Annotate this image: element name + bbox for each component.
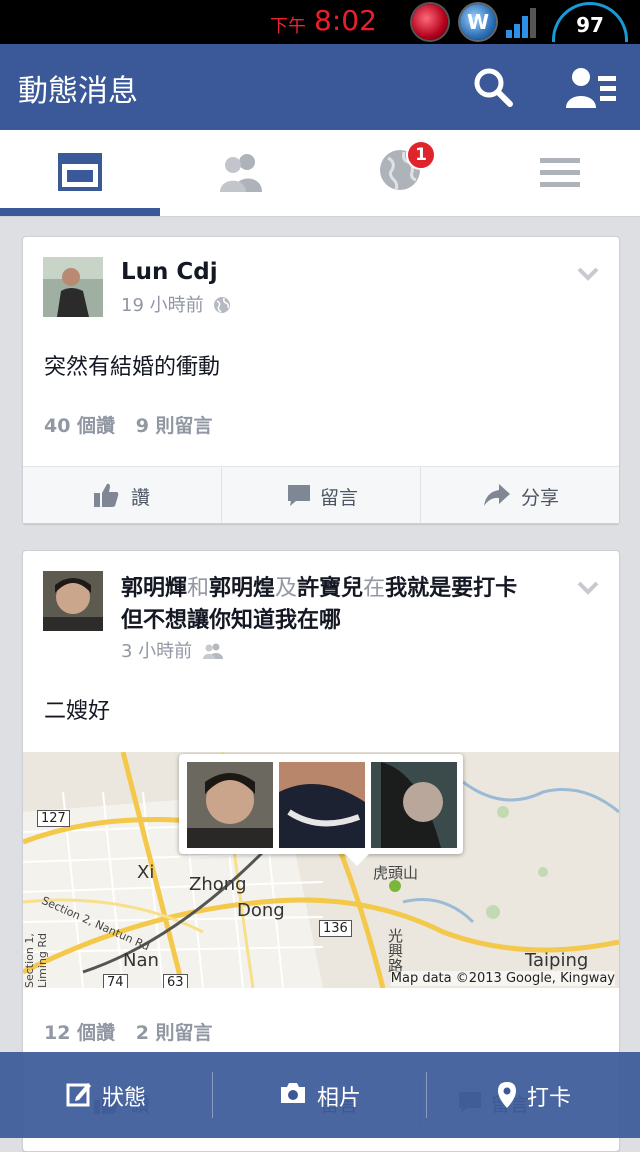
tab-friend-requests[interactable] [160, 130, 320, 216]
chevron-down-icon[interactable] [577, 581, 599, 595]
route-shield: 74 [103, 974, 128, 988]
public-globe-icon [214, 297, 231, 313]
post-header: 郭明輝和郭明煌及許寶兒在我就是要打卡但不想讓你知道我在哪 [121, 573, 541, 637]
comment-count: 2 則留言 [135, 1022, 213, 1044]
map-label: Dong [237, 900, 285, 921]
route-shield: 63 [163, 974, 188, 988]
comment-icon [288, 485, 310, 506]
post-stats[interactable]: 40 個讚 9 則留言 [44, 411, 227, 438]
active-tab-indicator [0, 208, 160, 216]
share-label: 分享 [521, 487, 560, 509]
at-text: 在 [363, 576, 386, 601]
chevron-down-icon[interactable] [577, 267, 599, 281]
app-bar: 動態消息 [0, 44, 640, 130]
photo-label: 相片 [317, 1086, 362, 1111]
like-label: 讚 [131, 487, 151, 509]
friends-icon [220, 154, 262, 192]
post-text: 二嫂好 [44, 699, 111, 724]
conjunction: 及 [275, 576, 298, 601]
tab-bar: 1 [0, 130, 640, 217]
checkin-label: 打卡 [527, 1086, 572, 1111]
status-ampm: 下午 [270, 16, 306, 37]
tagged-user[interactable]: 郭明輝 [121, 576, 187, 601]
map-label: Nan [123, 950, 159, 971]
share-icon [484, 484, 510, 506]
location-pin-icon [498, 1082, 516, 1108]
tagged-user[interactable]: 郭明煌 [209, 576, 275, 601]
photo-button[interactable]: 相片 [213, 1052, 426, 1138]
like-count: 40 個讚 [44, 415, 116, 437]
camera-icon [281, 1083, 305, 1103]
edit-icon [66, 1083, 91, 1107]
map-credit: Map data ©2013 Google, Kingway [390, 971, 615, 986]
comment-count: 9 則留言 [135, 415, 213, 437]
map-label: 虎頭山 [373, 864, 419, 882]
status-bar: 下午 8:02 W 97 [0, 0, 640, 44]
friend-requests-icon[interactable] [566, 66, 616, 108]
tagged-friend-photo[interactable] [187, 762, 273, 848]
avatar[interactable] [43, 257, 103, 317]
thumbs-up-icon [94, 483, 119, 507]
popup-pointer [345, 854, 369, 866]
route-shield: 136 [319, 920, 352, 937]
map-label: 光興路 [386, 928, 404, 973]
publisher-bar: 狀態 相片 打卡 [0, 1052, 640, 1138]
map-label: Zhong [189, 874, 247, 895]
post-time: 3 小時前 [121, 641, 193, 662]
conjunction: 和 [187, 576, 210, 601]
friends-audience-icon [202, 643, 223, 659]
battery-indicator: 97 [552, 2, 628, 42]
post-actions: 讚 留言 分享 [23, 466, 619, 523]
route-shield: 127 [37, 810, 70, 827]
map-label: Taiping [525, 950, 589, 971]
w-app-icon: W [460, 4, 496, 40]
signal-icon [506, 6, 542, 38]
post-timestamp[interactable]: 19 小時前 [121, 291, 231, 317]
post-time: 19 小時前 [121, 295, 204, 316]
place-name-line1[interactable]: 我就是要打卡 [385, 576, 517, 601]
status-label: 狀態 [102, 1086, 147, 1111]
menu-icon [540, 158, 580, 187]
avatar[interactable] [43, 571, 103, 631]
post-timestamp[interactable]: 3 小時前 [121, 637, 224, 663]
tagged-friends-popup[interactable] [179, 754, 463, 866]
tab-more[interactable] [480, 130, 640, 216]
place-name-line2[interactable]: 但不想讓你知道我在哪 [121, 608, 341, 633]
share-button[interactable]: 分享 [421, 467, 619, 523]
checkin-button[interactable]: 打卡 [427, 1052, 640, 1138]
status-clock: 8:02 [314, 4, 377, 37]
search-icon[interactable] [472, 66, 514, 108]
status-button[interactable]: 狀態 [0, 1052, 212, 1138]
checkin-map[interactable]: 127 136 63 74 Xi Zhong Dong Nan Taiping … [23, 752, 619, 988]
app-notification-icon [412, 4, 448, 40]
post-stats[interactable]: 12 個讚 2 則留言 [44, 1018, 227, 1045]
post-text: 突然有結婚的衝動 [44, 355, 221, 380]
map-label: Xi [137, 862, 155, 883]
feed-post: Lun Cdj 19 小時前 突然有結婚的衝動 40 個讚 9 則留言 讚 留言 [22, 236, 620, 524]
like-button[interactable]: 讚 [23, 467, 221, 523]
tagged-friend-photo[interactable] [279, 762, 365, 848]
tagged-user[interactable]: 許寶兒 [297, 576, 363, 601]
tab-news-feed[interactable] [0, 130, 160, 216]
tab-notifications[interactable] [320, 130, 480, 216]
post-author[interactable]: Lun Cdj [121, 259, 218, 285]
news-feed-icon [58, 153, 102, 191]
comment-button[interactable]: 留言 [222, 467, 420, 523]
comment-label: 留言 [320, 487, 359, 509]
map-label: Section 1, Liming Rd [23, 932, 49, 988]
page-title: 動態消息 [18, 74, 138, 109]
notification-badge: 1 [406, 140, 436, 170]
tagged-friend-photo[interactable] [371, 762, 457, 848]
like-count: 12 個讚 [44, 1022, 116, 1044]
